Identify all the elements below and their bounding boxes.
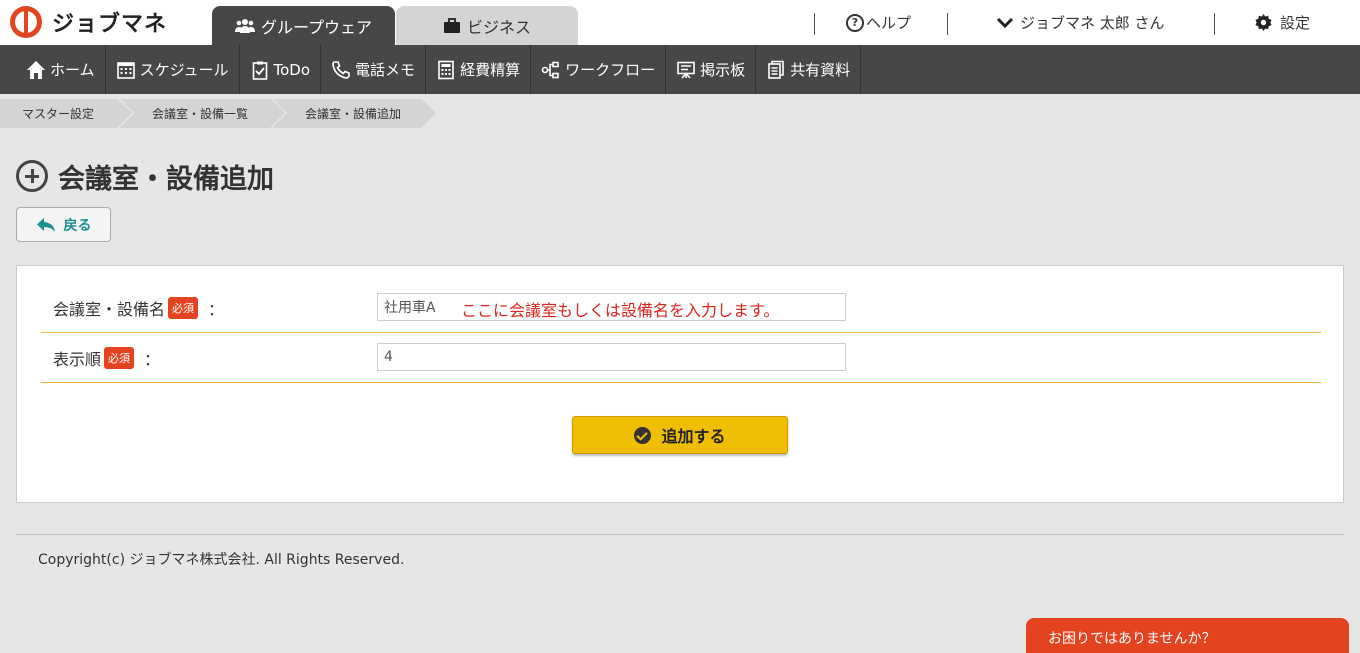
nav-todo-label: ToDo: [273, 60, 311, 79]
nav-phone-memo[interactable]: 電話メモ: [321, 45, 427, 94]
calendar-icon: [116, 60, 136, 80]
required-badge: 必須: [168, 297, 199, 319]
nav-home[interactable]: ホーム: [0, 45, 106, 94]
name-field-label: 会議室・設備名 必須 ：: [53, 296, 224, 320]
divider: [814, 13, 815, 35]
add-button-label: 追加する: [661, 427, 726, 446]
form-row-order: 表示順 必須 ： 4: [41, 333, 1321, 383]
plus-circle-icon: [16, 160, 48, 192]
tab-groupware[interactable]: グループウェア: [212, 6, 395, 45]
top-bar: ジョブマネ グループウェア ビジネス ? ヘルプ ジョブマネ 太郎 さん 設定: [0, 0, 1360, 45]
page-title: 会議室・設備追加: [16, 158, 274, 195]
user-name: ジョブマネ 太郎 さん: [1020, 14, 1165, 32]
name-hint-annotation: ここに会議室もしくは設備名を入力します。: [461, 301, 780, 320]
label-colon: ：: [208, 300, 225, 319]
briefcase-icon: [443, 17, 460, 33]
breadcrumb: マスター設定 会議室・設備一覧 会議室・設備追加: [0, 99, 438, 128]
nav-workflow-label: ワークフロー: [565, 61, 656, 79]
display-order-input[interactable]: 4: [377, 343, 846, 371]
add-button[interactable]: 追加する: [572, 416, 788, 454]
workflow-icon: [541, 60, 561, 80]
nav-shared-docs[interactable]: 共有資料: [756, 45, 862, 94]
name-label-text: 会議室・設備名: [53, 300, 166, 319]
clipboard-check-icon: [250, 60, 270, 80]
form-panel: 会議室・設備名 必須 ： 社用車A ここに会議室もしくは設備名を入力します。 表…: [16, 265, 1344, 503]
nav-todo[interactable]: ToDo: [240, 45, 322, 94]
page-title-text: 会議室・設備追加: [58, 163, 274, 195]
gear-icon: [1255, 14, 1272, 31]
footer-divider: [16, 534, 1344, 535]
users-icon: [234, 18, 255, 33]
nav-board-label: 掲示板: [700, 61, 746, 79]
calculator-icon: [436, 60, 456, 80]
breadcrumb-item-master-settings[interactable]: マスター設定: [0, 99, 134, 128]
nav-schedule-label: スケジュール: [139, 61, 229, 79]
footer-copyright: Copyright(c) ジョブマネ株式会社. All Rights Reser…: [38, 552, 405, 568]
reply-arrow-icon: [36, 217, 55, 232]
help-chat-label: お困りではありませんか？: [1048, 631, 1216, 647]
help-icon: ?: [846, 13, 864, 32]
nav-schedule[interactable]: スケジュール: [106, 45, 240, 94]
divider: [947, 13, 948, 35]
main-nav: ホーム スケジュール ToDo 電話メモ 経費精算 ワークフロー 掲示板 共有資…: [0, 45, 1360, 94]
logo-mark-icon: [10, 6, 42, 38]
order-label-text: 表示順: [53, 350, 102, 369]
settings-link[interactable]: 設定: [1255, 0, 1310, 45]
chevron-down-icon: [996, 17, 1014, 28]
documents-icon: [766, 60, 786, 80]
brand-name: ジョブマネ: [52, 12, 168, 37]
breadcrumb-item-room-add: 会議室・設備追加: [273, 99, 438, 128]
settings-label: 設定: [1280, 14, 1311, 32]
help-chat-button[interactable]: お困りではありませんか？: [1026, 618, 1349, 653]
help-link[interactable]: ? ヘルプ: [846, 0, 911, 45]
help-label: ヘルプ: [866, 14, 912, 32]
user-menu[interactable]: ジョブマネ 太郎 さん: [996, 0, 1165, 45]
phone-icon: [331, 60, 351, 80]
tab-groupware-label: グループウェア: [260, 17, 373, 37]
label-colon: ：: [144, 350, 161, 369]
tab-business-label: ビジネス: [466, 17, 531, 37]
back-button-label: 戻る: [63, 217, 92, 234]
board-icon: [676, 60, 696, 80]
nav-expenses[interactable]: 経費精算: [426, 45, 532, 94]
tab-business[interactable]: ビジネス: [396, 6, 578, 45]
display-order-value: 4: [384, 349, 393, 365]
required-badge: 必須: [104, 347, 135, 369]
nav-workflow[interactable]: ワークフロー: [531, 45, 667, 94]
check-circle-icon: [634, 426, 652, 444]
brand-logo[interactable]: ジョブマネ: [10, 6, 167, 38]
room-name-value: 社用車A: [384, 300, 436, 316]
nav-shared-docs-label: 共有資料: [790, 61, 851, 79]
nav-board[interactable]: 掲示板: [666, 45, 757, 94]
nav-home-label: ホーム: [50, 61, 95, 79]
breadcrumb-item-room-list[interactable]: 会議室・設備一覧: [120, 99, 287, 128]
back-button[interactable]: 戻る: [16, 207, 111, 242]
nav-phone-memo-label: 電話メモ: [355, 61, 416, 79]
divider: [1214, 13, 1215, 35]
home-icon: [26, 60, 46, 80]
nav-expenses-label: 経費精算: [460, 61, 521, 79]
order-field-label: 表示順 必須 ：: [53, 346, 160, 370]
